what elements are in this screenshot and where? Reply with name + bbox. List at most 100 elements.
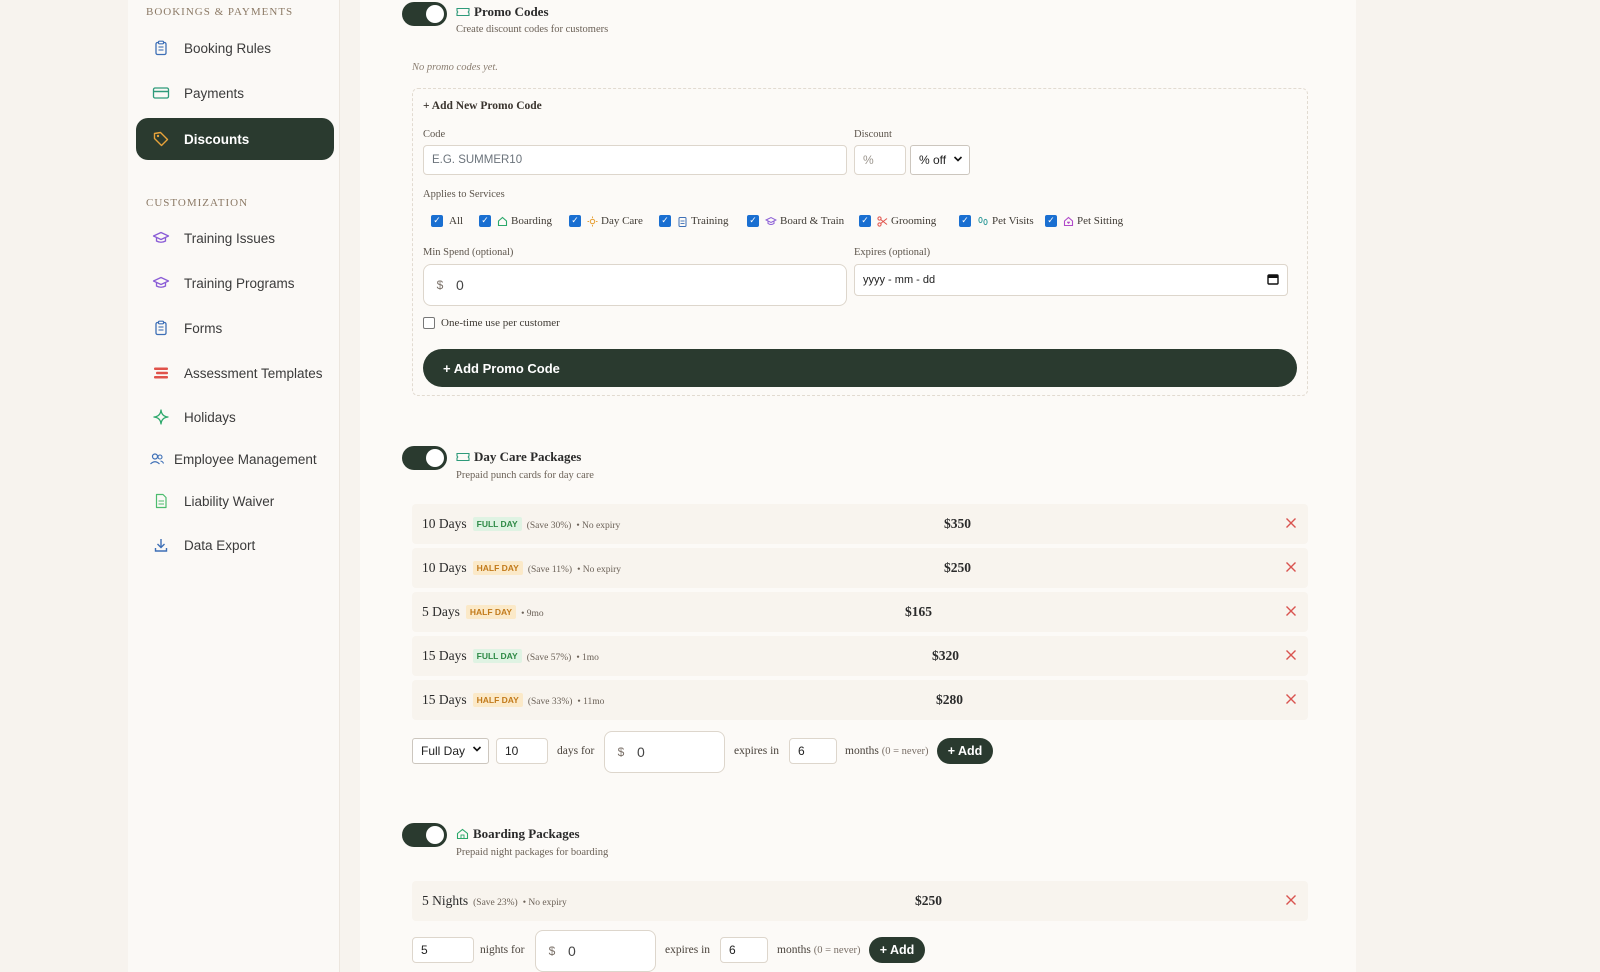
nav-section-customization: CUSTOMIZATION [146, 197, 249, 209]
package-expiry: • 9mo [521, 609, 544, 619]
sidebar-item-discounts[interactable]: Discounts [136, 118, 334, 160]
delete-icon[interactable] [1284, 516, 1298, 530]
months-input[interactable]: 6 [789, 738, 837, 764]
graduation-cap-icon [152, 274, 170, 292]
price-value: 0 [568, 943, 576, 959]
package-expiry: • No expiry [577, 565, 622, 575]
sidebar-item-employee-management[interactable]: Employee Management [136, 438, 334, 480]
download-icon [152, 536, 170, 554]
day-type-select[interactable]: Full Day [412, 738, 489, 764]
expires-in-label: expires in [665, 944, 711, 956]
sidebar-item-forms[interactable]: Forms [136, 307, 334, 349]
expires-in-label: expires in [734, 745, 780, 757]
sidebar-item-training-issues[interactable]: Training Issues [136, 217, 334, 259]
package-price: $320 [932, 648, 959, 663]
users-icon [148, 450, 166, 468]
sidebar-item-liability-waiver[interactable]: Liability Waiver [136, 480, 334, 522]
sidebar-item-label: Holidays [184, 409, 236, 425]
never-hint: (0 = never) [881, 746, 929, 757]
service-checkbox-pet-sitting[interactable]: ✓ Pet Sitting [1045, 212, 1123, 230]
sidebar-item-label: Assessment Templates [184, 365, 323, 381]
package-savings: (Save 33%) [527, 697, 573, 707]
day-type-badge: HALF DAY [472, 693, 523, 707]
service-checkbox-all[interactable]: ✓ All [431, 212, 463, 230]
discount-type-select[interactable]: % off [910, 145, 970, 175]
service-checkbox-board-train[interactable]: ✓ Board & Train [747, 212, 844, 230]
never-hint: (0 = never) [813, 945, 861, 956]
sidebar-item-assessment-templates[interactable]: Assessment Templates [136, 352, 334, 394]
chevron-down-icon [472, 744, 482, 757]
sparkle-icon [152, 408, 170, 426]
section-title: Boarding Packages [456, 826, 580, 842]
clipboard-icon [677, 216, 688, 227]
discount-input[interactable]: % [854, 145, 906, 175]
day-care-toggle[interactable] [402, 446, 447, 470]
months-input[interactable]: 6 [720, 937, 768, 963]
package-price-input[interactable]: $ 0 [604, 731, 725, 773]
code-input[interactable]: E.G. SUMMER10 [423, 145, 847, 175]
package-name: 5 Nights (Save 23%) • No expiry [422, 893, 567, 908]
service-checkbox-day-care[interactable]: ✓ Day Care [569, 212, 643, 230]
boarding-toggle[interactable] [402, 823, 447, 847]
one-time-use-checkbox[interactable]: One-time use per customer [423, 314, 560, 332]
section-subtitle: Prepaid punch cards for day care [456, 470, 594, 481]
section-subtitle: Prepaid night packages for boarding [456, 847, 609, 858]
checkbox: ✓ [959, 215, 971, 227]
expires-date-input[interactable]: yyyy - mm - dd [854, 264, 1288, 296]
sidebar-item-label: Training Programs [184, 275, 295, 291]
package-name: 5 Days HALF DAY • 9mo [422, 604, 544, 619]
delete-icon[interactable] [1284, 648, 1298, 662]
house-icon [497, 216, 508, 227]
day-type-badge: FULL DAY [472, 649, 522, 663]
day-type-badge: FULL DAY [472, 517, 522, 531]
sidebar-item-label: Data Export [184, 537, 256, 553]
service-checkbox-grooming[interactable]: ✓ Grooming [859, 212, 936, 230]
package-row: 15 Days HALF DAY (Save 33%) • 11mo $280 [412, 680, 1308, 720]
delete-icon[interactable] [1284, 604, 1298, 618]
section-subtitle: Create discount codes for customers [456, 24, 609, 35]
package-expiry: • No expiry [576, 521, 621, 531]
promo-codes-toggle[interactable] [402, 2, 447, 26]
sidebar-item-data-export[interactable]: Data Export [136, 524, 334, 566]
package-price: $165 [905, 604, 932, 619]
min-spend-input[interactable]: $ 0 [423, 264, 847, 306]
credit-card-icon [152, 84, 170, 102]
section-title: Promo Codes [456, 4, 549, 20]
tag-icon [152, 130, 170, 148]
nights-input[interactable]: 5 [412, 937, 474, 963]
date-placeholder: yyyy - mm - dd [863, 274, 936, 286]
expires-label: Expires (optional) [854, 247, 931, 258]
day-type-badge: HALF DAY [472, 561, 523, 575]
package-savings: (Save 30%) [526, 521, 572, 531]
sidebar-item-payments[interactable]: Payments [136, 72, 334, 114]
min-spend-label: Min Spend (optional) [423, 247, 514, 258]
package-price: $250 [915, 893, 942, 908]
sidebar-item-training-programs[interactable]: Training Programs [136, 262, 334, 304]
add-day-care-package-button[interactable]: + Add [937, 738, 993, 764]
clipboard-icon [152, 39, 170, 57]
scissors-icon [877, 215, 888, 227]
delete-icon[interactable] [1284, 893, 1298, 907]
package-price-input[interactable]: $ 0 [535, 930, 656, 972]
checkbox: ✓ [479, 215, 491, 227]
add-promo-code-button[interactable]: + Add Promo Code [423, 349, 1297, 387]
delete-icon[interactable] [1284, 560, 1298, 574]
house-heart-icon [1063, 216, 1074, 227]
min-spend-value: 0 [456, 277, 464, 293]
sidebar-item-booking-rules[interactable]: Booking Rules [136, 27, 334, 69]
price-value: 0 [637, 744, 645, 760]
package-row: 5 Days HALF DAY • 9mo $165 [412, 592, 1308, 632]
service-checkbox-pet-visits[interactable]: ✓ Pet Visits [959, 212, 1034, 230]
package-name: 15 Days FULL DAY (Save 57%) • 1mo [422, 648, 599, 663]
sidebar-item-label: Training Issues [184, 230, 276, 246]
delete-icon[interactable] [1284, 692, 1298, 706]
sidebar-item-label: Booking Rules [184, 40, 272, 56]
days-input[interactable]: 10 [496, 738, 548, 764]
service-checkbox-training[interactable]: ✓ Training [659, 212, 729, 230]
document-icon [152, 492, 170, 510]
package-savings: (Save 11%) [527, 565, 573, 575]
sidebar-item-holidays[interactable]: Holidays [136, 396, 334, 438]
service-checkbox-boarding[interactable]: ✓ Boarding [479, 212, 552, 230]
form-heading: + Add New Promo Code [423, 100, 542, 112]
add-boarding-package-button[interactable]: + Add [869, 937, 925, 963]
